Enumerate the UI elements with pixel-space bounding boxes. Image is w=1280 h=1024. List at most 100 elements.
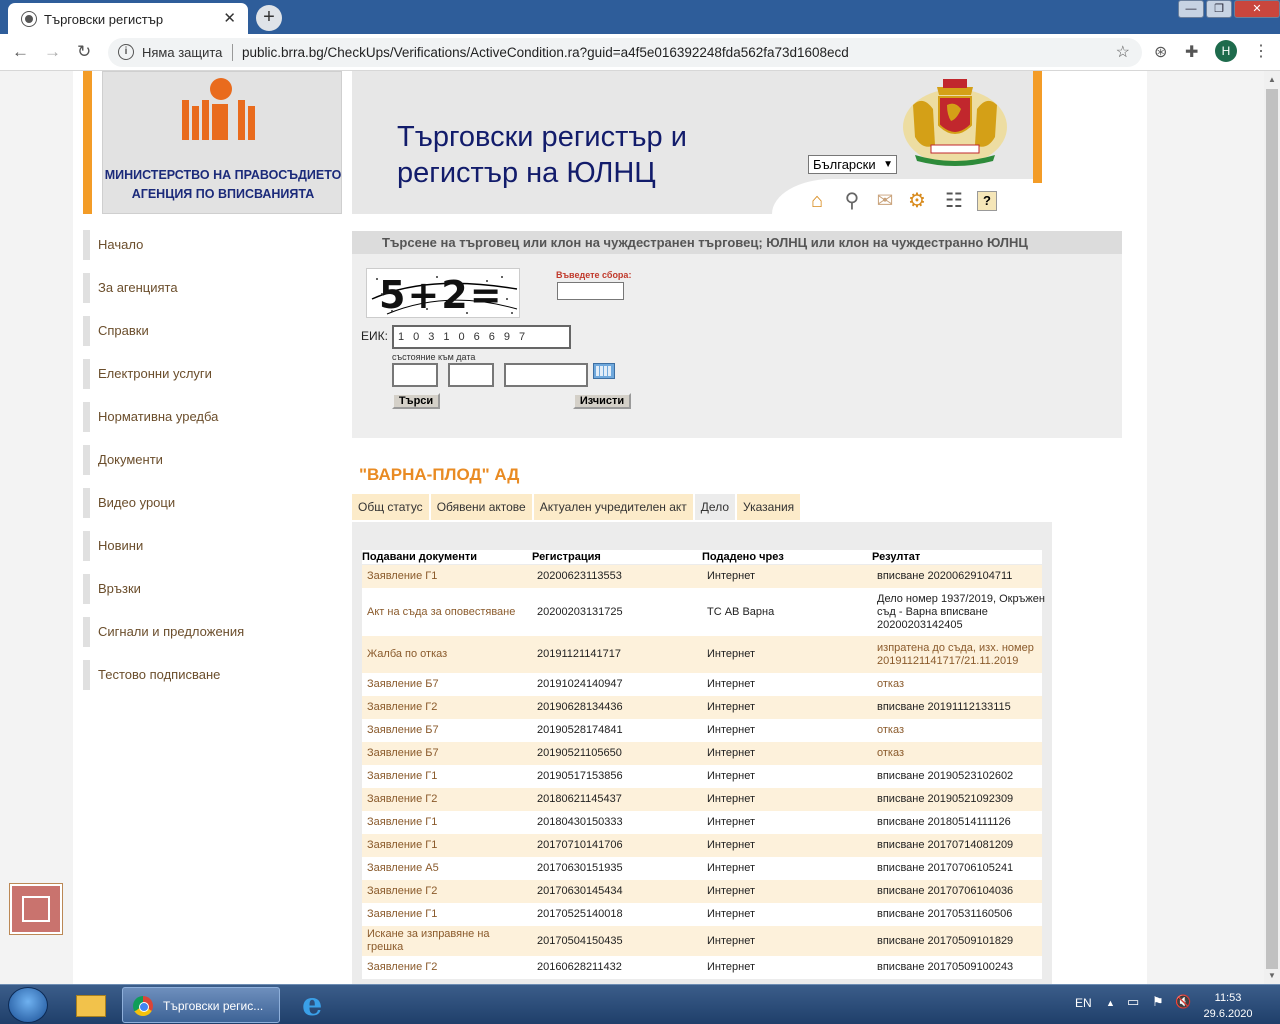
language-indicator[interactable]: EN xyxy=(1075,996,1092,1010)
document-type-link[interactable]: Заявление Г2 xyxy=(367,961,527,974)
extension-icon[interactable]: ⊛ xyxy=(1154,42,1167,62)
taskbar-chrome-window[interactable]: Търговски регис... xyxy=(122,987,280,1023)
coat-of-arms-icon xyxy=(903,79,1007,166)
system-clock[interactable]: 11:53 29.6.2020 xyxy=(1198,990,1258,1022)
agency-widget-icon[interactable] xyxy=(10,884,62,934)
table-row: Заявление Б7 20191024140947 Интернет отказ xyxy=(362,673,1042,696)
start-button[interactable] xyxy=(8,987,48,1023)
document-type-link[interactable]: Заявление Б7 xyxy=(367,678,527,691)
menu-item[interactable]: Новини xyxy=(83,531,323,561)
document-type-link[interactable]: Акт на съда за оповестяване xyxy=(367,606,527,619)
menu-item[interactable]: Сигнали и предложения xyxy=(83,617,323,647)
menu-item[interactable]: Видео уроци xyxy=(83,488,323,518)
home-icon[interactable]: ⌂ xyxy=(806,189,828,213)
document-type-link[interactable]: Заявление Г1 xyxy=(367,908,527,921)
company-tab[interactable]: Актуален учредителен акт xyxy=(533,494,693,520)
registration-number: 20170525140018 xyxy=(537,908,623,920)
document-type-link[interactable]: Заявление Г1 xyxy=(367,816,527,829)
document-type-link[interactable]: Заявление Г1 xyxy=(367,770,527,783)
eik-input[interactable]: 103106697 xyxy=(392,325,571,349)
calendar-icon[interactable] xyxy=(593,363,615,379)
document-type-link[interactable]: Заявление А5 xyxy=(367,862,527,875)
action-center-flag-icon[interactable]: ⚑ xyxy=(1152,994,1164,1010)
menu-item[interactable]: Връзки xyxy=(83,574,323,604)
table-header: Подавани документи Регистрация Подадено … xyxy=(362,550,1042,564)
address-bar[interactable]: i Няма защита public.brra.bg/CheckUps/Ve… xyxy=(108,38,1142,67)
date-month-input[interactable] xyxy=(448,363,494,387)
date-day-input[interactable] xyxy=(392,363,438,387)
url-text[interactable]: public.brra.bg/CheckUps/Verifications/Ac… xyxy=(242,45,849,60)
window-controls: — ❐ ✕ xyxy=(1176,0,1280,20)
tray-expand-icon[interactable]: ▲ xyxy=(1106,998,1115,1008)
company-tab[interactable]: Общ статус xyxy=(352,494,429,520)
settings-gears-icon[interactable]: ⚙ xyxy=(906,189,928,213)
document-type-link[interactable]: Заявление Б7 xyxy=(367,747,527,760)
menu-item[interactable]: Начало xyxy=(83,230,323,260)
document-type-link[interactable]: Заявление Г2 xyxy=(367,793,527,806)
menu-item[interactable]: Електронни услуги xyxy=(83,359,323,389)
search-button[interactable]: Търси xyxy=(392,393,440,409)
scroll-thumb[interactable] xyxy=(1266,89,1278,969)
document-type-link[interactable]: Заявление Г1 xyxy=(367,839,527,852)
table-row: Акт на съда за оповестяване 2020020313172… xyxy=(362,588,1045,636)
company-tab[interactable]: Указания xyxy=(737,494,801,520)
registration-number: 20180621145437 xyxy=(537,793,622,805)
submitted-via: Интернет xyxy=(707,862,755,874)
tab-title: Търговски регистър xyxy=(44,12,164,27)
bookmark-star-icon[interactable]: ☆ xyxy=(1116,42,1130,62)
document-type-link[interactable]: Заявление Г1 xyxy=(367,570,527,583)
language-select[interactable]: Български ▼ xyxy=(808,155,897,174)
volume-muted-icon[interactable]: 🔇 xyxy=(1175,994,1191,1010)
internet-explorer-icon[interactable] xyxy=(292,985,336,1023)
submitted-via: Интернет xyxy=(707,961,755,973)
sitemap-icon[interactable]: ☷ xyxy=(943,189,965,213)
maximize-icon[interactable]: ❐ xyxy=(1206,0,1232,18)
table-row: Искане за изправяне на грешка 20170504150… xyxy=(362,926,1042,956)
date-year-input[interactable] xyxy=(504,363,588,387)
captcha-sum-input[interactable] xyxy=(557,282,624,300)
network-icon[interactable]: ▭ xyxy=(1127,994,1139,1010)
info-icon[interactable]: i xyxy=(118,44,134,60)
agency-logo[interactable]: МИНИСТЕРСТВО НА ПРАВОСЪДИЕТО АГЕНЦИЯ ПО … xyxy=(102,71,342,214)
document-type-link[interactable]: Заявление Б7 xyxy=(367,724,527,737)
menu-item[interactable]: Справки xyxy=(83,316,323,346)
new-tab-button[interactable]: + xyxy=(256,5,282,31)
search-icon[interactable]: ⚲ xyxy=(841,189,863,213)
menu-item[interactable]: Нормативна уредба xyxy=(83,402,323,432)
result: вписване 20170706105241 xyxy=(877,862,1014,874)
help-icon[interactable]: ? xyxy=(977,191,997,211)
close-window-icon[interactable]: ✕ xyxy=(1234,0,1280,18)
menu-item[interactable]: За агенцията xyxy=(83,273,323,303)
reload-icon[interactable]: ↻ xyxy=(77,42,91,62)
document-type-link[interactable]: Искане за изправяне на грешка xyxy=(367,928,527,954)
mail-icon[interactable]: ✉ xyxy=(874,189,896,213)
scroll-up-icon[interactable]: ▲ xyxy=(1268,75,1276,84)
table-row: Заявление Г1 20190517153856 Интернет вписва… xyxy=(362,765,1042,788)
profile-avatar[interactable]: H xyxy=(1215,40,1237,62)
company-tab[interactable]: Дело xyxy=(694,494,736,520)
minimize-icon[interactable]: — xyxy=(1178,0,1204,18)
page-scrollbar[interactable]: ▲ ▼ xyxy=(1264,71,1280,984)
browser-tab[interactable]: Търговски регистър ✕ xyxy=(8,3,248,34)
clear-button[interactable]: Изчисти xyxy=(573,393,631,409)
company-tab[interactable]: Обявени актове xyxy=(430,494,532,520)
search-panel: 5+2= Въведете сбора: ЕИК: 103106697 съст… xyxy=(352,254,1122,438)
result: вписване 20170509101829 xyxy=(877,935,1014,947)
back-icon[interactable]: ← xyxy=(12,42,29,62)
registration-number: 20190628134436 xyxy=(537,701,623,713)
menu-item[interactable]: Документи xyxy=(83,445,323,475)
registration-number: 20190521105650 xyxy=(537,747,622,759)
registration-number: 20190528174841 xyxy=(537,724,623,736)
menu-item[interactable]: Тестово подписване xyxy=(83,660,323,690)
close-tab-icon[interactable]: ✕ xyxy=(223,9,236,27)
document-type-link[interactable]: Жалба по отказ xyxy=(367,648,527,661)
registration-number: 20170710141706 xyxy=(537,839,623,851)
forward-icon[interactable]: → xyxy=(44,42,61,62)
scroll-down-icon[interactable]: ▼ xyxy=(1268,971,1276,980)
document-type-link[interactable]: Заявление Г2 xyxy=(367,701,527,714)
puzzle-extensions-icon[interactable]: ✚ xyxy=(1185,42,1198,62)
document-type-link[interactable]: Заявление Г2 xyxy=(367,885,527,898)
browser-menu-icon[interactable]: ⋮ xyxy=(1253,41,1269,61)
table-row: Заявление Г1 20170710141706 Интернет вписва… xyxy=(362,834,1042,857)
explorer-folder-icon[interactable] xyxy=(68,987,112,1023)
